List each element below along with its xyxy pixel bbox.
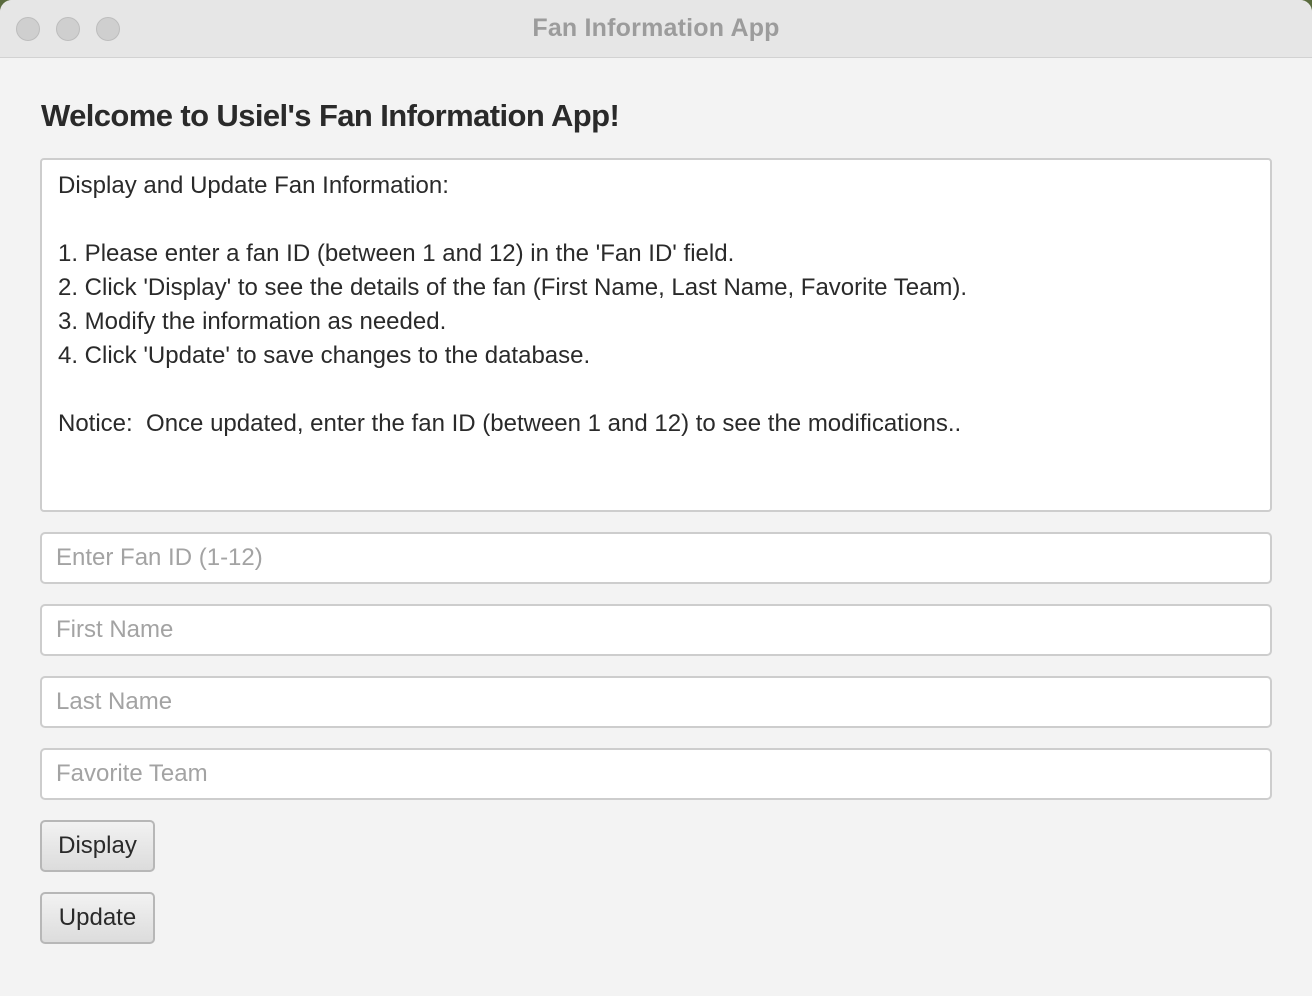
update-button[interactable]: Update [40,892,155,944]
first-name-input[interactable] [40,604,1272,656]
fan-id-input[interactable] [40,532,1272,584]
last-name-input[interactable] [40,676,1272,728]
display-button[interactable]: Display [40,820,155,872]
window-title: Fan Information App [532,14,780,42]
page-title: Welcome to Usiel's Fan Information App! [41,98,620,133]
title-bar: Fan Information App [0,0,1312,58]
instructions-text-area[interactable]: Display and Update Fan Information: 1. P… [40,158,1272,512]
favorite-team-input[interactable] [40,748,1272,800]
app-window: Fan Information App Welcome to Usiel's F… [0,0,1312,996]
